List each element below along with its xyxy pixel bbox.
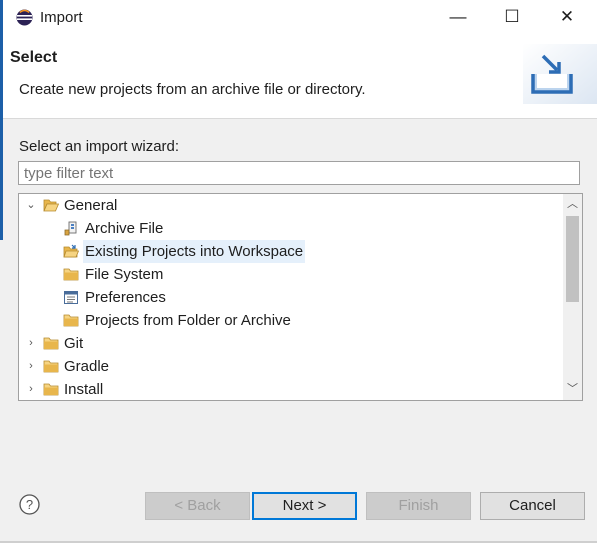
window-title: Import [40,9,83,26]
tree-label: Preferences [85,289,166,306]
folder-icon [63,268,79,281]
footer-divider [3,460,597,461]
tree-label: File System [85,266,164,283]
wizard-list-label: Select an import wizard: [19,138,180,155]
help-icon[interactable]: ? [19,494,40,515]
preferences-icon [64,291,78,304]
folder-open-icon [43,199,59,212]
tree-scrollbar[interactable]: ︿ ﹀ [563,194,582,400]
scrollbar-thumb[interactable] [566,216,579,302]
chevron-right-icon[interactable]: › [25,332,37,355]
scroll-up-icon[interactable]: ︿ [563,195,582,213]
tree-node-archive-file[interactable]: Archive File [23,217,563,240]
tree-label: Archive File [85,220,164,237]
wizard-tree[interactable]: ⌄ General Archive File Existing Projects… [18,193,583,401]
next-button[interactable]: Next > [252,492,357,520]
tree-node-general[interactable]: ⌄ General [23,194,563,217]
folder-icon [43,337,59,350]
tree-node-existing-projects[interactable]: Existing Projects into Workspace [23,240,563,263]
existing-projects-icon [63,244,79,258]
tree-node-gradle[interactable]: › Gradle [23,355,563,378]
finish-button[interactable]: Finish [366,492,471,520]
chevron-down-icon[interactable]: ⌄ [25,194,37,217]
archive-file-icon [64,221,77,236]
tree-label: Git [64,335,84,352]
page-description: Create new projects from an archive file… [19,81,366,98]
tree-label: Projects from Folder or Archive [85,312,291,329]
scroll-down-icon[interactable]: ﹀ [563,380,582,398]
filter-input[interactable] [18,161,580,185]
tree-node-git[interactable]: › Git [23,332,563,355]
maximize-button[interactable]: ☐ [489,0,535,34]
chevron-right-icon[interactable]: › [25,355,37,378]
tree-label: Existing Projects into Workspace [83,240,306,263]
folder-icon [43,383,59,396]
eclipse-app-icon [16,9,33,26]
title-bar: Import — ☐ ✕ [3,0,597,36]
close-button[interactable]: ✕ [544,0,590,34]
folder-icon [43,360,59,373]
help-glyph: ? [26,497,33,512]
cancel-button[interactable]: Cancel [480,492,585,520]
tree-node-preferences[interactable]: Preferences [23,286,563,309]
minimize-button[interactable]: — [435,0,481,34]
tree-label: Gradle [64,358,110,375]
tree-label: Install [64,381,104,398]
back-button[interactable]: < Back [145,492,250,520]
folder-icon [63,314,79,327]
import-banner-icon [523,44,597,104]
tree-node-file-system[interactable]: File System [23,263,563,286]
tree-node-projects-from-folder[interactable]: Projects from Folder or Archive [23,309,563,332]
wizard-header: Select Create new projects from an archi… [3,36,597,119]
tree-label: General [64,197,118,214]
chevron-right-icon[interactable]: › [25,378,37,400]
page-title: Select [10,49,58,66]
tree-node-install[interactable]: › Install [23,378,563,400]
